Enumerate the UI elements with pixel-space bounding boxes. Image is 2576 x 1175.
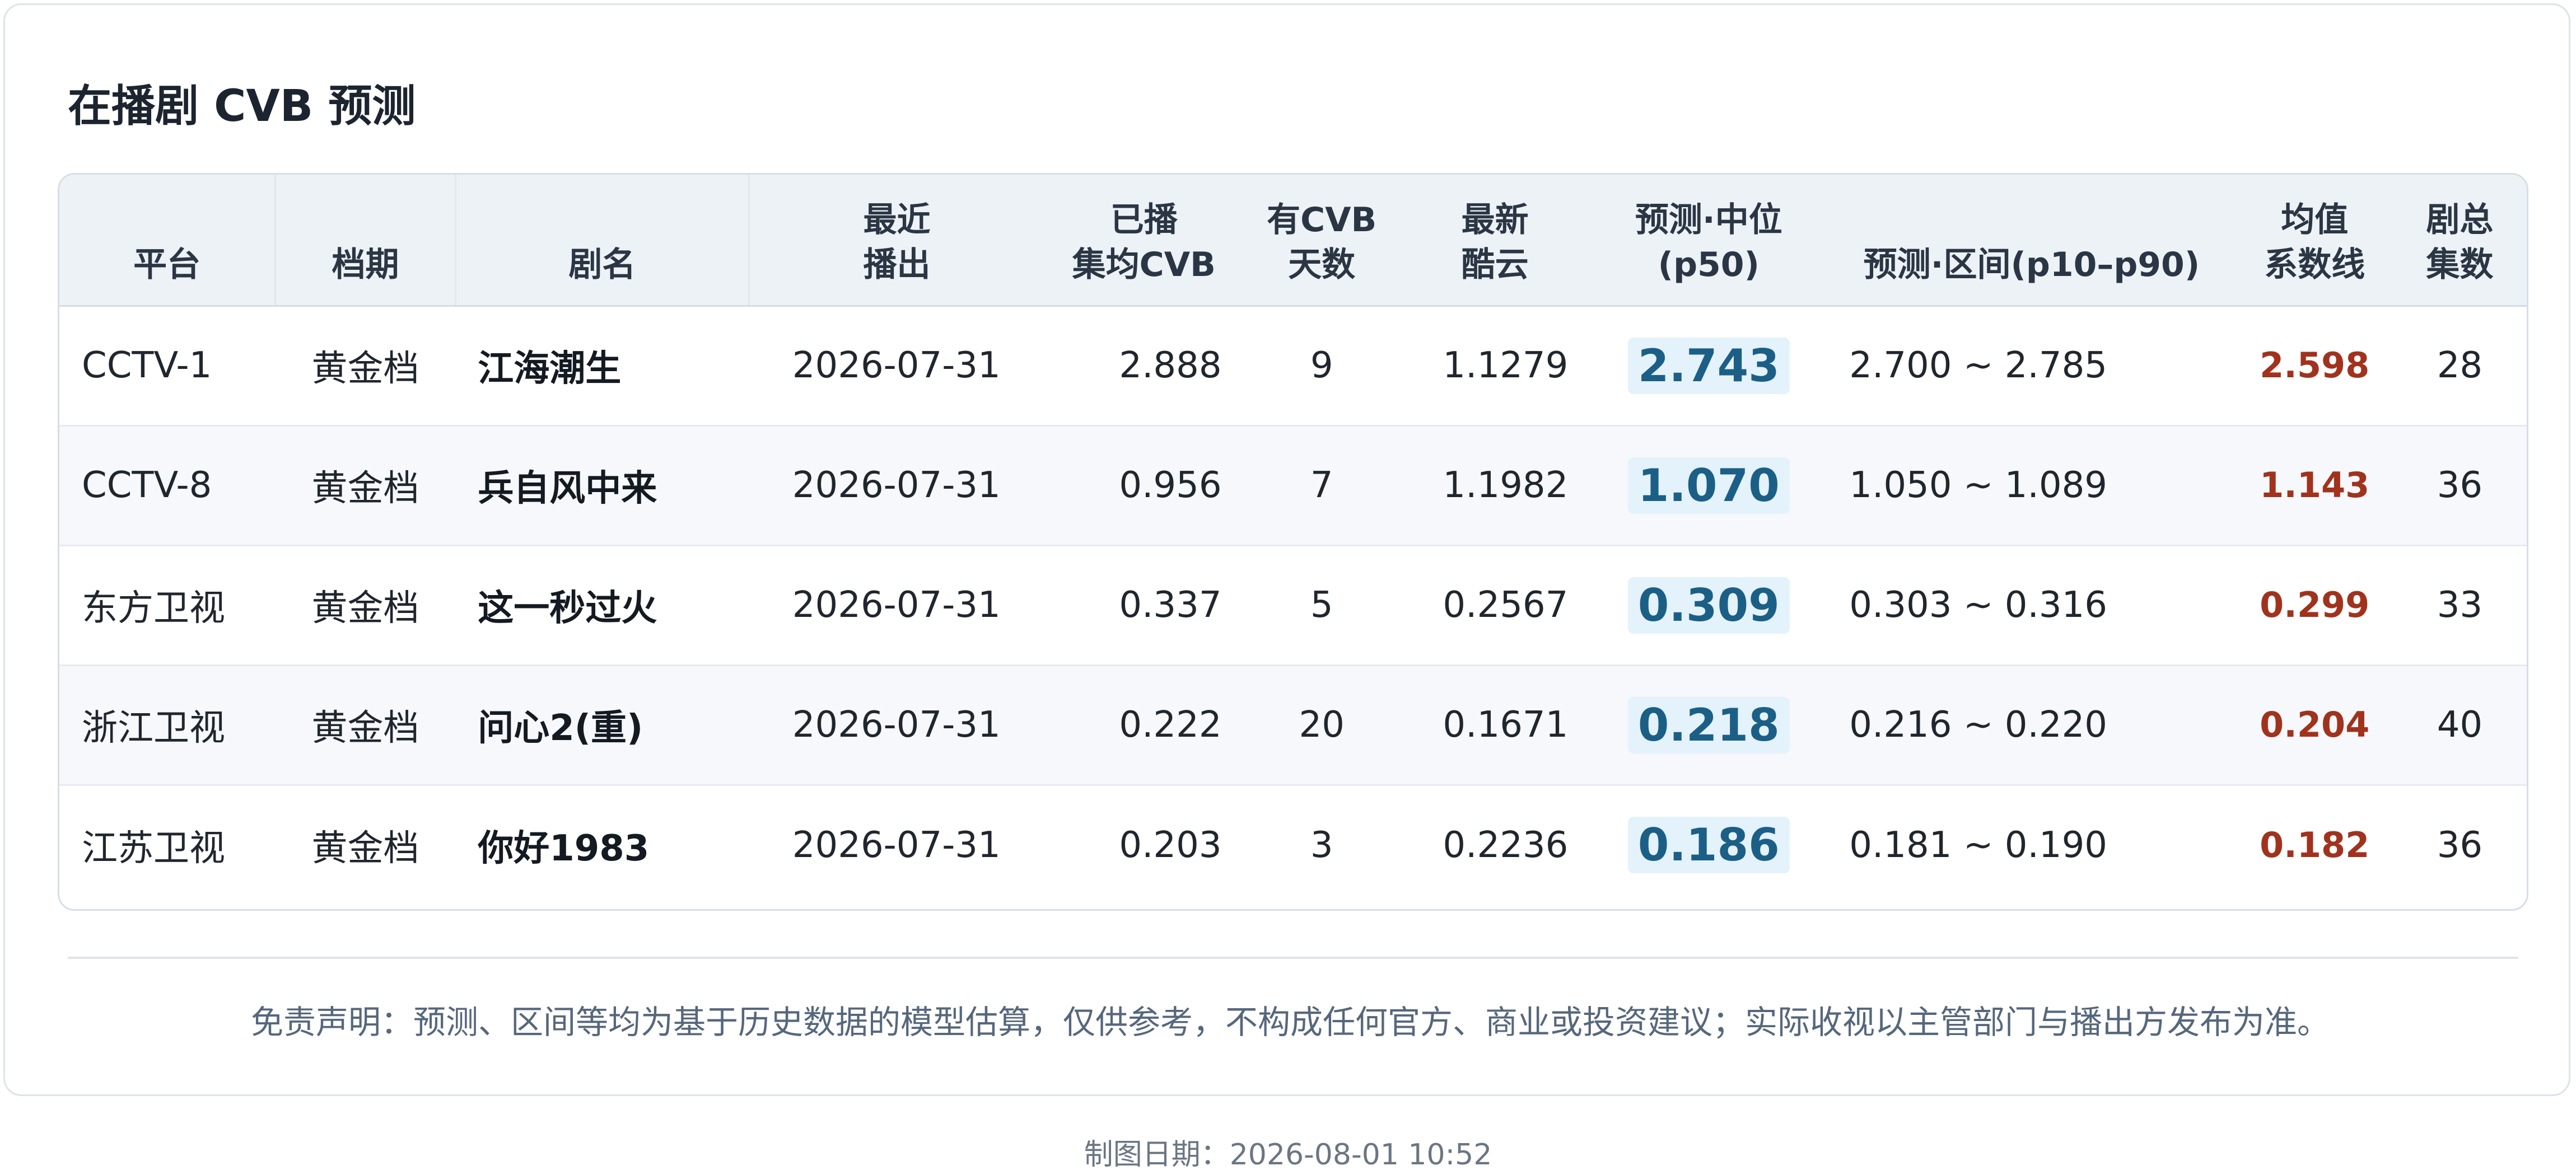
cell-mean-line: 0.182 bbox=[2237, 785, 2393, 905]
cell-slot: 黄金档 bbox=[311, 827, 419, 869]
p50-value: 1.070 bbox=[1627, 457, 1790, 514]
cell-p50: 0.186 bbox=[1590, 785, 1827, 905]
cell-slot: 黄金档 bbox=[311, 588, 419, 629]
forecast-card: 在播剧 CVB 预测 平台 档期 剧名 最近 播出 已播 集均CVB 有CVB … bbox=[3, 3, 2570, 1096]
mean-line-value: 0.204 bbox=[2260, 704, 2370, 745]
mean-line-value: 1.143 bbox=[2260, 465, 2370, 505]
cell-kuyun: 0.2567 bbox=[1443, 584, 1569, 626]
cell-last-air: 2026-07-31 bbox=[792, 704, 1001, 746]
cell-slot: 黄金档 bbox=[311, 468, 419, 509]
mean-line-value: 0.299 bbox=[2260, 584, 2370, 625]
cell-name: 江海潮生 bbox=[478, 348, 622, 390]
cell-avg-cvb: 0.222 bbox=[1119, 704, 1222, 746]
cell-last-air: 2026-07-31 bbox=[792, 584, 1001, 626]
cell-platform: 江苏卫视 bbox=[82, 827, 225, 869]
header-kuyun: 最新 酷云 bbox=[1399, 175, 1591, 307]
header-days: 有CVB 天数 bbox=[1244, 175, 1399, 307]
header-p50: 预测·中位 (p50) bbox=[1590, 175, 1827, 307]
cell-episodes: 36 bbox=[2437, 824, 2483, 866]
cell-days: 3 bbox=[1310, 824, 1333, 866]
cell-last-air: 2026-07-31 bbox=[792, 465, 1001, 506]
cell-mean-line: 2.598 bbox=[2237, 306, 2393, 425]
table-row: CCTV-1 黄金档 江海潮生 2026-07-31 2.888 9 1.127… bbox=[59, 306, 2527, 425]
cell-slot: 黄金档 bbox=[311, 708, 419, 749]
table-row: 东方卫视 黄金档 这一秒过火 2026-07-31 0.337 5 0.2567… bbox=[59, 545, 2527, 665]
cell-episodes: 36 bbox=[2437, 465, 2483, 506]
forecast-table: 平台 档期 剧名 最近 播出 已播 集均CVB 有CVB 天数 最新 酷云 预测… bbox=[59, 175, 2527, 905]
p50-value: 2.743 bbox=[1627, 337, 1790, 394]
p50-value: 0.186 bbox=[1627, 817, 1790, 874]
cell-p50: 0.309 bbox=[1590, 545, 1827, 665]
cell-episodes: 33 bbox=[2437, 584, 2483, 626]
cell-slot: 黄金档 bbox=[311, 348, 419, 390]
cell-episodes: 28 bbox=[2437, 345, 2483, 386]
cell-avg-cvb: 0.956 bbox=[1119, 465, 1222, 506]
cell-days: 7 bbox=[1310, 465, 1333, 506]
cell-name: 问心2(重) bbox=[478, 708, 643, 749]
cell-kuyun: 0.2236 bbox=[1443, 824, 1569, 866]
cell-mean-line: 0.299 bbox=[2237, 545, 2393, 665]
page-title: 在播剧 CVB 预测 bbox=[68, 81, 416, 132]
forecast-table-container: 平台 档期 剧名 最近 播出 已播 集均CVB 有CVB 天数 最新 酷云 预测… bbox=[58, 173, 2528, 911]
cell-mean-line: 1.143 bbox=[2237, 425, 2393, 545]
cell-range: 0.303 ~ 0.316 bbox=[1849, 584, 2108, 626]
cell-range: 1.050 ~ 1.089 bbox=[1849, 465, 2108, 506]
p50-value: 0.218 bbox=[1627, 696, 1790, 753]
table-row: CCTV-8 黄金档 兵自风中来 2026-07-31 0.956 7 1.19… bbox=[59, 425, 2527, 545]
header-episodes: 剧总 集数 bbox=[2392, 175, 2527, 307]
header-name: 剧名 bbox=[455, 175, 750, 307]
cell-kuyun: 0.1671 bbox=[1443, 704, 1569, 746]
p50-value: 0.309 bbox=[1627, 577, 1790, 634]
header-last-air: 最近 播出 bbox=[749, 175, 1044, 307]
table-row: 江苏卫视 黄金档 你好1983 2026-07-31 0.203 3 0.223… bbox=[59, 785, 2527, 905]
cell-avg-cvb: 2.888 bbox=[1119, 345, 1222, 386]
cell-days: 20 bbox=[1299, 704, 1345, 746]
cell-last-air: 2026-07-31 bbox=[792, 824, 1001, 866]
cell-platform: CCTV-1 bbox=[82, 345, 212, 386]
cell-range: 0.181 ~ 0.190 bbox=[1849, 824, 2108, 866]
cell-days: 5 bbox=[1310, 584, 1333, 626]
header-platform: 平台 bbox=[59, 175, 277, 307]
header-slot: 档期 bbox=[275, 175, 456, 307]
cell-days: 9 bbox=[1310, 345, 1333, 386]
cell-kuyun: 1.1982 bbox=[1443, 465, 1569, 506]
header-range: 预测·区间(p10–p90) bbox=[1827, 175, 2237, 307]
table-row: 浙江卫视 黄金档 问心2(重) 2026-07-31 0.222 20 0.16… bbox=[59, 665, 2527, 785]
table-header-row: 平台 档期 剧名 最近 播出 已播 集均CVB 有CVB 天数 最新 酷云 预测… bbox=[59, 175, 2527, 307]
cell-range: 2.700 ~ 2.785 bbox=[1849, 345, 2108, 386]
cell-mean-line: 0.204 bbox=[2237, 665, 2393, 785]
disclaimer-text: 免责声明：预测、区间等均为基于历史数据的模型估算，仅供参考，不构成任何官方、商业… bbox=[250, 1003, 2330, 1041]
cell-kuyun: 1.1279 bbox=[1443, 345, 1569, 386]
cell-platform: CCTV-8 bbox=[82, 465, 212, 506]
mean-line-value: 0.182 bbox=[2260, 824, 2370, 865]
divider bbox=[68, 957, 2518, 959]
chart-date: 制图日期：2026-08-01 10:52 bbox=[1084, 1138, 1492, 1172]
cell-last-air: 2026-07-31 bbox=[792, 345, 1001, 386]
cell-episodes: 40 bbox=[2437, 704, 2483, 746]
mean-line-value: 2.598 bbox=[2260, 345, 2370, 386]
cell-name: 你好1983 bbox=[478, 827, 650, 869]
cell-name: 兵自风中来 bbox=[478, 468, 657, 509]
cell-p50: 1.070 bbox=[1590, 425, 1827, 545]
cell-range: 0.216 ~ 0.220 bbox=[1849, 704, 2108, 746]
header-mean-line: 均值 系数线 bbox=[2236, 175, 2393, 307]
cell-avg-cvb: 0.203 bbox=[1119, 824, 1222, 866]
cell-p50: 2.743 bbox=[1590, 306, 1827, 425]
cell-name: 这一秒过火 bbox=[478, 588, 657, 629]
cell-platform: 东方卫视 bbox=[82, 588, 225, 629]
cell-avg-cvb: 0.337 bbox=[1119, 584, 1222, 626]
cell-p50: 0.218 bbox=[1590, 665, 1827, 785]
cell-platform: 浙江卫视 bbox=[82, 708, 225, 749]
header-avg-cvb: 已播 集均CVB bbox=[1043, 175, 1244, 307]
